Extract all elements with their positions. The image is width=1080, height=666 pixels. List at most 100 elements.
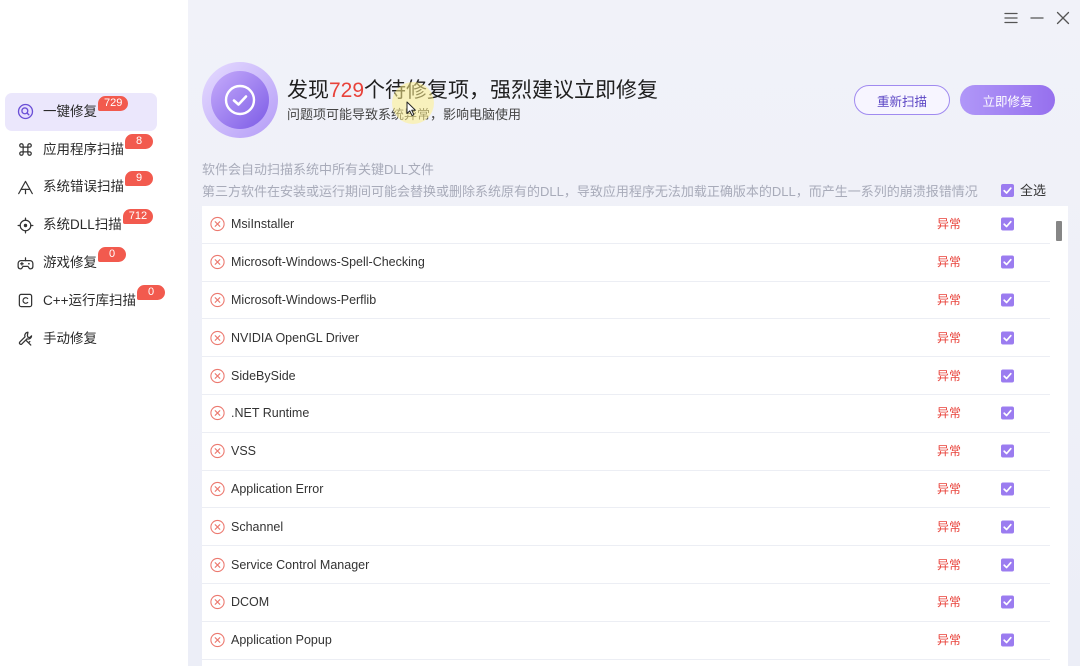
list-item[interactable]: DCOM 异常 <box>202 584 1050 622</box>
item-checkbox[interactable] <box>1001 482 1014 496</box>
error-circle-icon <box>210 368 225 383</box>
count-badge: 712 <box>122 209 154 225</box>
sidebar-item-text: 一键修复 <box>43 103 97 119</box>
sidebar-item-text: 游戏修复 <box>43 255 97 271</box>
item-checkbox[interactable] <box>1001 444 1014 458</box>
sidebar-item-label: 手动修复 <box>43 331 97 347</box>
count-badge: 9 <box>125 171 153 187</box>
item-checkbox[interactable] <box>1001 558 1014 572</box>
sidebar-item-one-click-repair[interactable]: 一键修复 729 <box>5 93 157 131</box>
error-circle-icon <box>210 255 225 270</box>
rescan-button[interactable]: 重新扫描 <box>854 85 950 115</box>
menu-icon[interactable] <box>1003 10 1019 26</box>
info-text-scan: 软件会自动扫描系统中所有关键DLL文件 <box>202 162 434 177</box>
item-checkbox[interactable] <box>1001 255 1014 269</box>
select-all-toggle[interactable]: 全选 <box>1001 182 1046 199</box>
sidebar-item-text: 手动修复 <box>43 330 97 346</box>
list-item[interactable]: SideBySide 异常 <box>202 357 1050 395</box>
title-suffix: 个待修复项，强烈建议立即修复 <box>364 79 659 102</box>
warning-icon <box>17 179 34 196</box>
sidebar-item-label: 游戏修复 0 <box>43 247 126 271</box>
list-item[interactable]: Application Popup 异常 <box>202 622 1050 660</box>
fix-now-button[interactable]: 立即修复 <box>960 85 1055 115</box>
item-name: SideBySide <box>231 368 296 383</box>
list-item[interactable]: Application Error 异常 <box>202 471 1050 509</box>
list-item[interactable]: .NET Runtime 异常 <box>202 395 1050 433</box>
main-panel: 发现729个待修复项，强烈建议立即修复 问题项可能导致系统异常，影响电脑使用 重… <box>188 0 1080 666</box>
list-item[interactable]: NVIDIA OpenGL Driver 异常 <box>202 319 1050 358</box>
list-item[interactable]: MsiInstaller 异常 <box>202 206 1050 244</box>
cpp-box-icon <box>17 292 34 309</box>
info-text-explanation: 第三方软件在安装或运行期间可能会替换或删除系统原有的DLL，导致应用程序无法加载… <box>202 184 978 199</box>
page-title: 发现729个待修复项，强烈建议立即修复 <box>287 78 658 104</box>
error-circle-icon <box>210 444 225 459</box>
item-checkbox[interactable] <box>1001 520 1014 534</box>
item-name: Service Control Manager <box>231 557 370 572</box>
item-checkbox[interactable] <box>1001 369 1014 383</box>
sidebar-item-cpp-runtime-scan[interactable]: C++运行库扫描 0 <box>5 282 166 320</box>
item-checkbox[interactable] <box>1001 406 1014 420</box>
select-all-checkbox[interactable] <box>1001 184 1014 197</box>
minimize-icon[interactable] <box>1029 10 1045 26</box>
title-prefix: 发现 <box>287 79 329 102</box>
sidebar-item-system-dll-scan[interactable]: 系统DLL扫描 712 <box>5 206 157 244</box>
sidebar: 一键修复 729 应用程序扫描 8 系统错误扫描 9 系统DLL扫描 712 游… <box>0 0 188 666</box>
item-checkbox[interactable] <box>1001 595 1014 609</box>
item-checkbox[interactable] <box>1001 217 1014 231</box>
list-item[interactable]: Service Control Manager 异常 <box>202 546 1050 584</box>
sidebar-item-system-error-scan[interactable]: 系统错误扫描 9 <box>5 169 157 207</box>
error-circle-icon <box>210 481 225 496</box>
scan-icon <box>17 103 34 120</box>
sidebar-nav: 一键修复 729 应用程序扫描 8 系统错误扫描 9 系统DLL扫描 712 游… <box>5 93 166 358</box>
item-name: .NET Runtime <box>231 406 310 421</box>
item-name: Microsoft-Windows-Perflib <box>231 292 377 307</box>
item-checkbox[interactable] <box>1001 293 1014 307</box>
list-item[interactable]: Microsoft-Windows-Spell-Checking 异常 <box>202 244 1050 282</box>
item-status: 异常 <box>937 217 962 232</box>
item-status: 异常 <box>937 330 962 345</box>
issue-rows: MsiInstaller 异常 Microsoft-Windows-Spell-… <box>202 206 1050 660</box>
sidebar-item-text: 系统错误扫描 <box>43 179 124 195</box>
target-icon <box>17 217 34 234</box>
sidebar-item-label: 系统错误扫描 9 <box>43 171 153 195</box>
error-circle-icon <box>210 217 225 232</box>
sidebar-item-text: 系统DLL扫描 <box>43 217 122 233</box>
sidebar-item-label: 应用程序扫描 8 <box>43 133 153 158</box>
list-item[interactable]: Schannel 异常 <box>202 508 1050 547</box>
error-circle-icon <box>210 633 225 648</box>
item-checkbox[interactable] <box>1001 331 1014 345</box>
sidebar-item-text: 应用程序扫描 <box>43 141 124 157</box>
gamepad-icon <box>17 255 34 272</box>
item-name: MsiInstaller <box>231 217 295 232</box>
item-name: Microsoft-Windows-Spell-Checking <box>231 255 425 270</box>
issue-count: 729 <box>329 79 365 102</box>
sidebar-item-label: C++运行库扫描 0 <box>43 284 166 309</box>
scrollbar-thumb[interactable] <box>1056 221 1062 241</box>
item-status: 异常 <box>937 557 962 572</box>
wrench-icon <box>17 330 34 347</box>
list-scrollbar[interactable] <box>1052 206 1068 666</box>
close-icon[interactable] <box>1055 10 1071 26</box>
item-status: 异常 <box>937 444 962 459</box>
error-circle-icon <box>210 595 225 610</box>
count-badge: 0 <box>137 284 166 300</box>
sidebar-item-app-scan[interactable]: 应用程序扫描 8 <box>5 131 157 169</box>
page-subtitle: 问题项可能导致系统异常，影响电脑使用 <box>287 107 522 122</box>
item-status: 异常 <box>937 292 962 307</box>
item-name: DCOM <box>231 595 270 610</box>
sidebar-item-label: 一键修复 729 <box>43 95 129 120</box>
list-item[interactable]: Microsoft-Windows-Perflib 异常 <box>202 282 1050 320</box>
list-item[interactable]: VSS 异常 <box>202 433 1050 471</box>
count-badge: 729 <box>98 95 129 111</box>
sidebar-item-manual-repair[interactable]: 手动修复 <box>5 320 157 358</box>
item-status: 异常 <box>937 633 962 648</box>
item-status: 异常 <box>937 368 962 383</box>
sidebar-item-game-repair[interactable]: 游戏修复 0 <box>5 244 157 282</box>
item-checkbox[interactable] <box>1001 633 1014 647</box>
error-circle-icon <box>210 330 225 345</box>
error-circle-icon <box>210 519 225 534</box>
count-badge: 8 <box>125 133 153 149</box>
issue-list: MsiInstaller 异常 Microsoft-Windows-Spell-… <box>202 206 1068 666</box>
error-circle-icon <box>210 406 225 421</box>
sidebar-item-text: C++运行库扫描 <box>43 292 137 308</box>
